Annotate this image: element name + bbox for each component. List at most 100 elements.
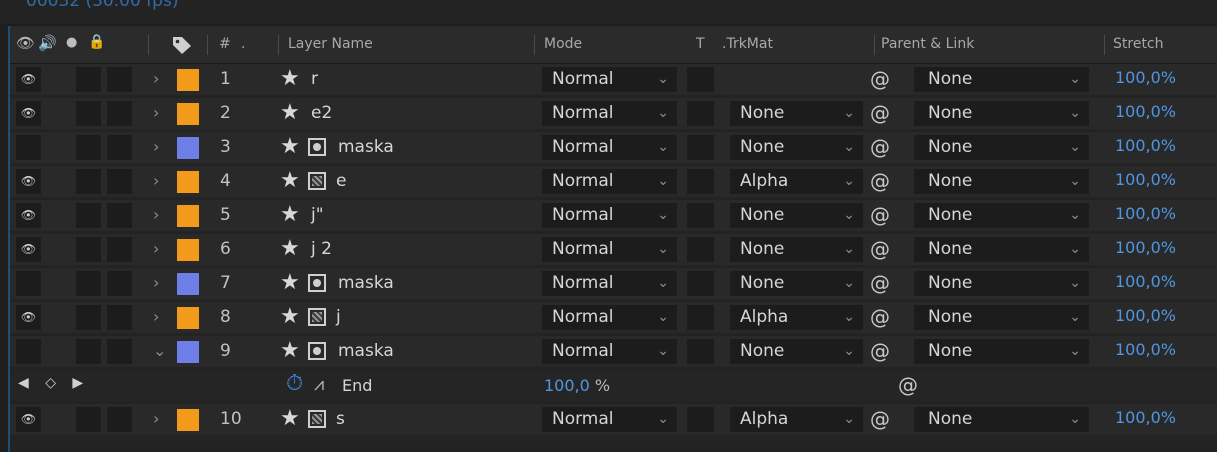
lock-switch[interactable] [107, 271, 132, 296]
parent-pickwhip-icon[interactable]: @ [870, 271, 890, 295]
video-visibility-header-icon[interactable]: 👁 [16, 34, 35, 52]
timecode-display[interactable]: 00032 (30.00 fps) [26, 0, 178, 11]
label-color-swatch[interactable] [177, 239, 199, 261]
stretch-value[interactable]: 100,0% [1115, 68, 1176, 87]
lock-switch[interactable] [107, 135, 132, 160]
solo-switch[interactable] [76, 237, 101, 262]
visibility-toggle[interactable]: 👁 [16, 67, 41, 92]
star-icon[interactable]: ★ [280, 100, 300, 125]
layer-name[interactable]: j" [311, 205, 324, 225]
preserve-transparency-toggle[interactable] [687, 169, 714, 194]
layer-row[interactable]: 👁 › 10 ★ s Normal ⌄ Alpha ⌄ @ None ⌄ 100,0% [10, 404, 1217, 435]
layer-name[interactable]: maska [338, 273, 394, 293]
twirl-closed-icon[interactable]: › [153, 170, 159, 192]
star-icon[interactable]: ★ [280, 338, 300, 363]
track-matte-dropdown[interactable]: Alpha ⌄ [730, 169, 863, 194]
label-color-swatch[interactable] [177, 205, 199, 227]
lock-switch[interactable] [107, 339, 132, 364]
label-color-swatch[interactable] [177, 137, 199, 159]
preserve-transparency-toggle[interactable] [687, 67, 714, 92]
stretch-value[interactable]: 100,0% [1115, 306, 1176, 325]
stretch-value[interactable]: 100,0% [1115, 136, 1176, 155]
star-icon[interactable]: ★ [280, 134, 300, 159]
preserve-transparency-toggle[interactable] [687, 203, 714, 228]
preserve-transparency-toggle[interactable] [687, 237, 714, 262]
stretch-value[interactable]: 100,0% [1115, 204, 1176, 223]
blend-mode-dropdown[interactable]: Normal ⌄ [542, 339, 677, 364]
solo-switch[interactable] [76, 271, 101, 296]
layer-name[interactable]: j 2 [311, 239, 332, 259]
twirl-closed-icon[interactable]: › [153, 272, 159, 294]
parent-pickwhip-icon[interactable]: @ [870, 305, 890, 329]
parent-dropdown[interactable]: None ⌄ [914, 169, 1089, 194]
twirl-closed-icon[interactable]: › [153, 102, 159, 124]
lock-switch[interactable] [107, 101, 132, 126]
layer-row[interactable]: 👁 › 8 ★ j Normal ⌄ Alpha ⌄ @ None ⌄ 100,0% [10, 302, 1217, 333]
track-matte-dropdown[interactable]: Alpha ⌄ [730, 305, 863, 330]
lock-header-icon[interactable]: 🔒 [88, 34, 105, 50]
star-icon[interactable]: ★ [280, 270, 300, 295]
layer-row[interactable]: › 3 ★ maska Normal ⌄ None ⌄ @ None ⌄ 100,0% [10, 132, 1217, 163]
solo-switch[interactable] [76, 407, 101, 432]
visibility-toggle[interactable]: 👁 [16, 237, 41, 262]
visibility-toggle[interactable]: 👁 [16, 101, 41, 126]
parent-pickwhip-icon[interactable]: @ [870, 169, 890, 193]
parent-dropdown[interactable]: None ⌄ [914, 135, 1089, 160]
lock-switch[interactable] [107, 407, 132, 432]
header-parent-link[interactable]: Parent & Link [881, 36, 974, 52]
parent-pickwhip-icon[interactable]: @ [870, 135, 890, 159]
track-matte-dropdown[interactable]: None ⌄ [730, 339, 863, 364]
track-matte-dropdown[interactable]: None ⌄ [730, 101, 863, 126]
layer-name[interactable]: r [311, 69, 318, 89]
stretch-value[interactable]: 100,0% [1115, 272, 1176, 291]
blend-mode-dropdown[interactable]: Normal ⌄ [542, 169, 677, 194]
layer-row[interactable]: 👁 › 4 ★ e Normal ⌄ Alpha ⌄ @ None ⌄ 100,0% [10, 166, 1217, 197]
track-matte-dropdown[interactable]: Alpha ⌄ [730, 407, 863, 432]
blend-mode-dropdown[interactable]: Normal ⌄ [542, 67, 677, 92]
visibility-toggle[interactable] [16, 271, 41, 296]
label-tag-icon[interactable] [171, 35, 193, 55]
twirl-closed-icon[interactable]: › [153, 306, 159, 328]
label-color-swatch[interactable] [177, 341, 199, 363]
keyframe-navigator[interactable]: ◀ ◇ ▶ [18, 375, 89, 391]
solo-switch[interactable] [76, 67, 101, 92]
layer-row[interactable]: 👁 › 2 ★ e2 Normal ⌄ None ⌄ @ None ⌄ 100,0% [10, 98, 1217, 129]
parent-pickwhip-icon[interactable]: @ [870, 407, 890, 431]
lock-switch[interactable] [107, 67, 132, 92]
stretch-value[interactable]: 100,0% [1115, 102, 1176, 121]
blend-mode-dropdown[interactable]: Normal ⌄ [542, 135, 677, 160]
solo-switch[interactable] [76, 203, 101, 228]
label-color-swatch[interactable] [177, 103, 199, 125]
parent-dropdown[interactable]: None ⌄ [914, 203, 1089, 228]
visibility-toggle[interactable]: 👁 [16, 203, 41, 228]
twirl-open-icon[interactable]: ⌄ [153, 340, 166, 362]
parent-pickwhip-icon[interactable]: @ [870, 237, 890, 261]
layer-name[interactable]: e [336, 171, 346, 191]
twirl-closed-icon[interactable]: › [153, 136, 159, 158]
layer-row[interactable]: 👁 › 5 ★ j" Normal ⌄ None ⌄ @ None ⌄ 100,0% [10, 200, 1217, 231]
layer-name[interactable]: e2 [311, 103, 332, 123]
visibility-toggle[interactable]: 👁 [16, 169, 41, 194]
parent-pickwhip-icon[interactable]: @ [870, 101, 890, 125]
star-icon[interactable]: ★ [280, 406, 300, 431]
solo-switch[interactable] [76, 135, 101, 160]
visibility-toggle[interactable] [16, 339, 41, 364]
star-icon[interactable]: ★ [280, 304, 300, 329]
parent-dropdown[interactable]: None ⌄ [914, 67, 1089, 92]
solo-header-icon[interactable]: ● [66, 35, 77, 50]
parent-dropdown[interactable]: None ⌄ [914, 339, 1089, 364]
star-icon[interactable]: ★ [280, 202, 300, 227]
preserve-transparency-toggle[interactable] [687, 339, 714, 364]
preserve-transparency-toggle[interactable] [687, 407, 714, 432]
header-trkmat[interactable]: .TrkMat [722, 36, 773, 52]
stopwatch-icon[interactable]: ⏱ [286, 371, 303, 396]
preserve-transparency-toggle[interactable] [687, 305, 714, 330]
property-row-end[interactable]: ◀ ◇ ▶ ⏱ ⩘ End 100,0 % @ [10, 370, 1217, 401]
visibility-toggle[interactable]: 👁 [16, 407, 41, 432]
solo-switch[interactable] [76, 339, 101, 364]
lock-switch[interactable] [107, 169, 132, 194]
blend-mode-dropdown[interactable]: Normal ⌄ [542, 271, 677, 296]
graph-editor-icon[interactable]: ⩘ [314, 374, 324, 395]
layer-name[interactable]: maska [338, 137, 394, 157]
label-color-swatch[interactable] [177, 273, 199, 295]
